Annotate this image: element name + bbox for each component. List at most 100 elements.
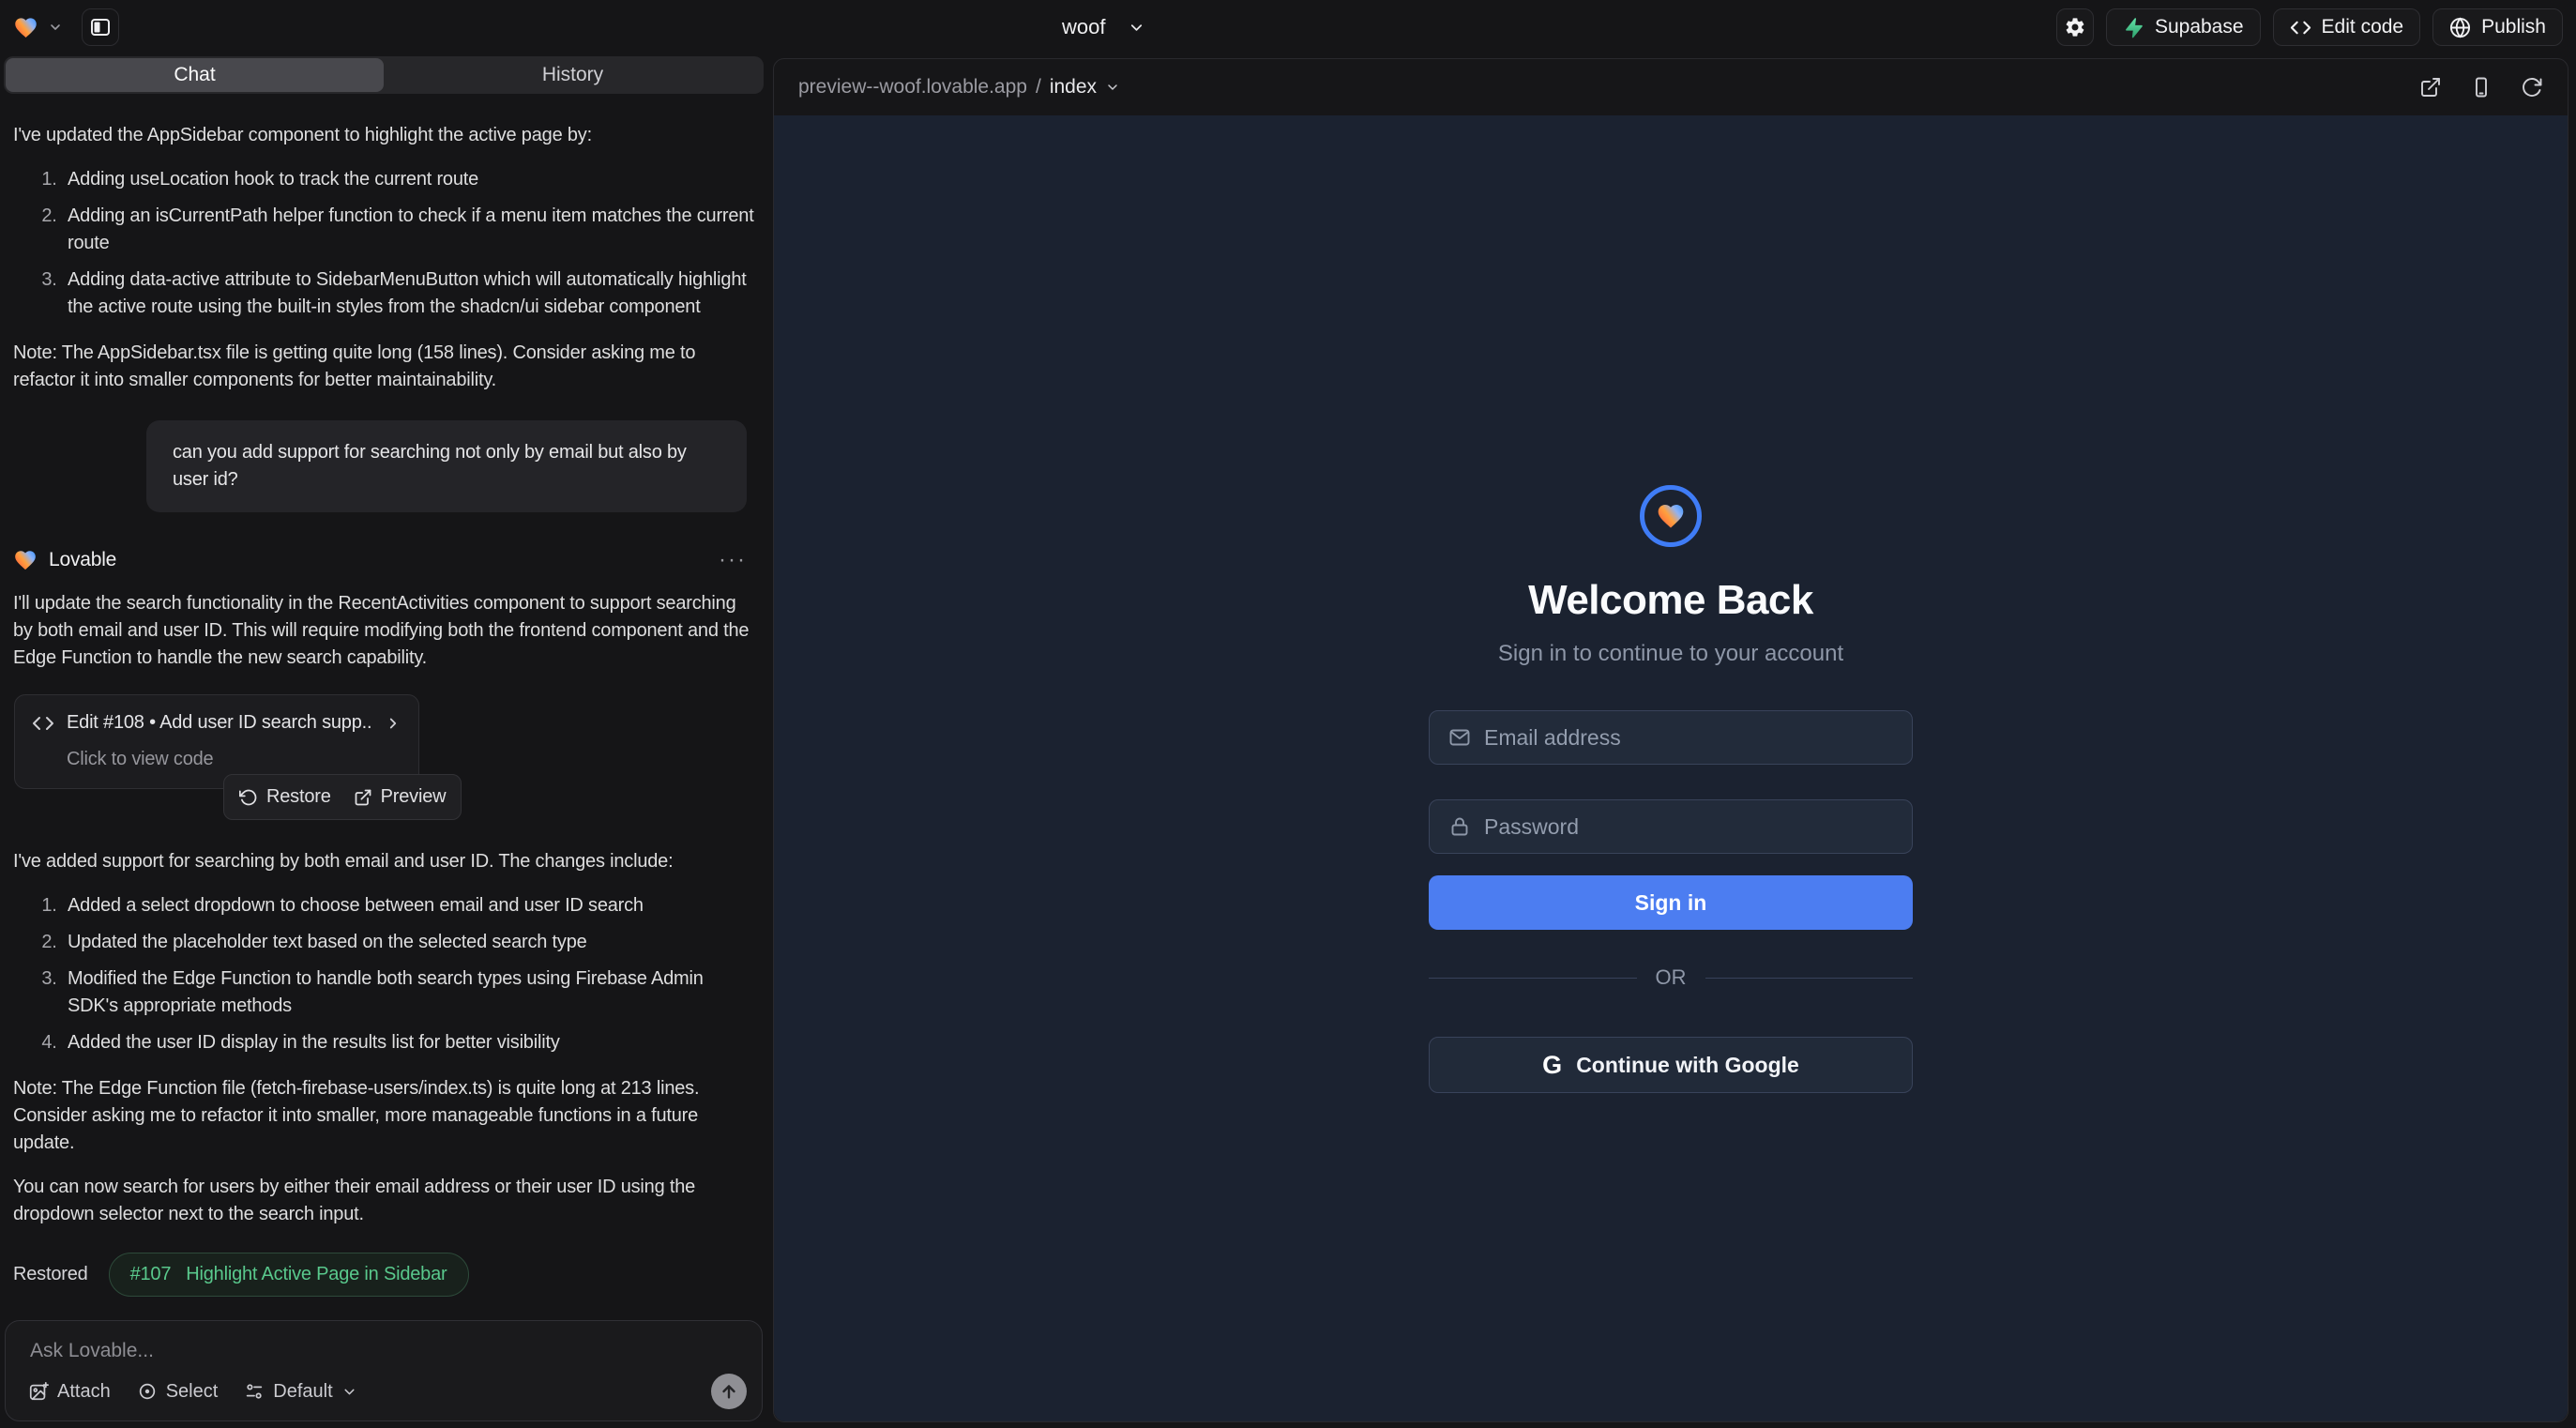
chat-composer: Attach Select Default	[5, 1320, 763, 1421]
settings-button[interactable]	[2056, 8, 2094, 46]
assistant-message-header: Lovable ···	[13, 546, 756, 573]
supabase-icon	[2123, 17, 2144, 38]
edit-card-actions: Restore Preview	[223, 774, 462, 820]
code-icon	[32, 712, 54, 735]
preview-url-separator: /	[1036, 76, 1041, 99]
signin-subtitle: Sign in to continue to your account	[1498, 641, 1843, 667]
password-field[interactable]	[1484, 814, 1893, 840]
edit-code-label: Edit code	[2322, 16, 2404, 38]
list-item: Added the user ID display in the results…	[62, 1029, 756, 1056]
assistant-message-list: Added a select dropdown to choose betwee…	[13, 892, 756, 1056]
globe-icon	[2449, 17, 2471, 38]
restored-version-title: Highlight Active Page in Sidebar	[186, 1261, 447, 1288]
google-g-icon: G	[1542, 1051, 1562, 1080]
or-divider-label: OR	[1656, 965, 1687, 990]
external-link-icon	[354, 788, 372, 807]
restored-version-badge[interactable]: #107 Highlight Active Page in Sidebar	[109, 1253, 469, 1297]
logo-chevron-down-icon[interactable]	[48, 20, 63, 35]
select-button[interactable]: Select	[137, 1381, 219, 1403]
restored-row: Restored #107 Highlight Active Page in S…	[13, 1253, 756, 1297]
preview-button[interactable]: Preview	[354, 783, 447, 811]
email-field-wrapper	[1429, 710, 1913, 765]
select-target-icon	[137, 1381, 158, 1402]
tab-chat[interactable]: Chat	[6, 58, 384, 92]
assistant-name: Lovable	[49, 546, 116, 573]
assistant-message-text: I've added support for searching by both…	[13, 848, 756, 875]
chat-message-list[interactable]: I've updated the AppSidebar component to…	[0, 107, 767, 1314]
message-more-icon[interactable]: ···	[719, 546, 747, 573]
user-message-text: can you add support for searching not on…	[173, 442, 687, 490]
publish-button[interactable]: Publish	[2432, 8, 2563, 46]
restore-button[interactable]: Restore	[239, 783, 331, 811]
signin-page: Welcome Back Sign in to continue to your…	[1429, 115, 1913, 1093]
signin-title: Welcome Back	[1528, 577, 1813, 624]
mail-icon	[1448, 726, 1471, 749]
edit-card-title: Edit #108 • Add user ID search supp...	[67, 709, 372, 737]
preview-iframe-content: Welcome Back Sign in to continue to your…	[774, 115, 2568, 1421]
preview-panel: preview--woof.lovable.app / index	[773, 58, 2568, 1422]
app-logo-ring	[1640, 485, 1702, 547]
list-item: Adding data-active attribute to SidebarM…	[62, 266, 756, 321]
attach-label: Attach	[57, 1381, 111, 1403]
restored-version-id: #107	[130, 1261, 172, 1288]
restored-label: Restored	[13, 1261, 88, 1288]
supabase-label: Supabase	[2155, 16, 2244, 38]
model-chevron-down-icon	[341, 1384, 357, 1400]
assistant-message-text: You can now search for users by either t…	[13, 1174, 756, 1228]
preview-url-page: index	[1050, 76, 1097, 99]
list-item: Added a select dropdown to choose betwee…	[62, 892, 756, 919]
list-item: Adding an isCurrentPath helper function …	[62, 203, 756, 257]
supabase-button[interactable]: Supabase	[2106, 8, 2261, 46]
tab-history-label: History	[542, 64, 603, 86]
assistant-message-text: I've updated the AppSidebar component to…	[13, 122, 756, 149]
list-item: Adding useLocation hook to track the cur…	[62, 166, 756, 193]
edit-code-button[interactable]: Edit code	[2273, 8, 2421, 46]
topbar: woof Supabase Edit code Publish	[0, 0, 2576, 54]
preview-label: Preview	[381, 783, 447, 811]
attach-button[interactable]: Attach	[28, 1381, 111, 1403]
project-name: woof	[1062, 15, 1105, 39]
assistant-message-text: I'll update the search functionality in …	[13, 590, 756, 672]
refresh-button[interactable]	[2521, 76, 2543, 99]
lovable-heart-icon	[13, 548, 38, 572]
chat-input[interactable]	[30, 1340, 749, 1362]
code-icon	[2290, 17, 2311, 38]
signin-button[interactable]: Sign in	[1429, 875, 1913, 930]
open-in-new-tab-button[interactable]	[2419, 76, 2442, 99]
project-chevron-down-icon	[1128, 19, 1145, 37]
assistant-message-list: Adding useLocation hook to track the cur…	[13, 166, 756, 321]
app-heart-icon	[1656, 501, 1686, 531]
chat-panel: Chat History I've updated the AppSidebar…	[0, 54, 767, 1428]
assistant-message-note: Note: The AppSidebar.tsx file is getting…	[13, 340, 756, 394]
preview-url-selector[interactable]: preview--woof.lovable.app / index	[798, 76, 1120, 99]
model-selector[interactable]: Default	[244, 1381, 356, 1403]
list-item: Updated the placeholder text based on th…	[62, 929, 756, 956]
select-label: Select	[166, 1381, 219, 1403]
arrow-up-icon	[719, 1381, 739, 1402]
gear-icon	[2064, 16, 2086, 38]
email-field[interactable]	[1484, 725, 1893, 751]
assistant-message-note: Note: The Edge Function file (fetch-fire…	[13, 1075, 756, 1157]
send-button[interactable]	[711, 1374, 747, 1409]
url-chevron-down-icon	[1105, 80, 1120, 95]
lovable-logo-heart-icon[interactable]	[13, 15, 38, 40]
chat-history-tabs: Chat History	[4, 56, 764, 94]
chevron-right-icon	[385, 715, 402, 732]
preview-url-host: preview--woof.lovable.app	[798, 76, 1027, 99]
tab-history[interactable]: History	[384, 58, 762, 92]
restore-icon	[239, 788, 258, 807]
restore-label: Restore	[266, 783, 331, 811]
google-signin-button[interactable]: G Continue with Google	[1429, 1037, 1913, 1093]
publish-label: Publish	[2481, 16, 2546, 38]
or-divider: OR	[1429, 965, 1913, 990]
edit-card-subtitle: Click to view code	[67, 746, 402, 773]
google-signin-label: Continue with Google	[1576, 1053, 1799, 1078]
lock-icon	[1448, 815, 1471, 838]
password-field-wrapper	[1429, 799, 1913, 854]
project-switcher[interactable]: woof	[1062, 0, 1145, 54]
mobile-view-button[interactable]	[2470, 76, 2493, 99]
model-label: Default	[273, 1381, 332, 1403]
sidebar-toggle-button[interactable]	[82, 8, 119, 46]
preview-header: preview--woof.lovable.app / index	[774, 59, 2568, 115]
tab-chat-label: Chat	[174, 64, 215, 86]
